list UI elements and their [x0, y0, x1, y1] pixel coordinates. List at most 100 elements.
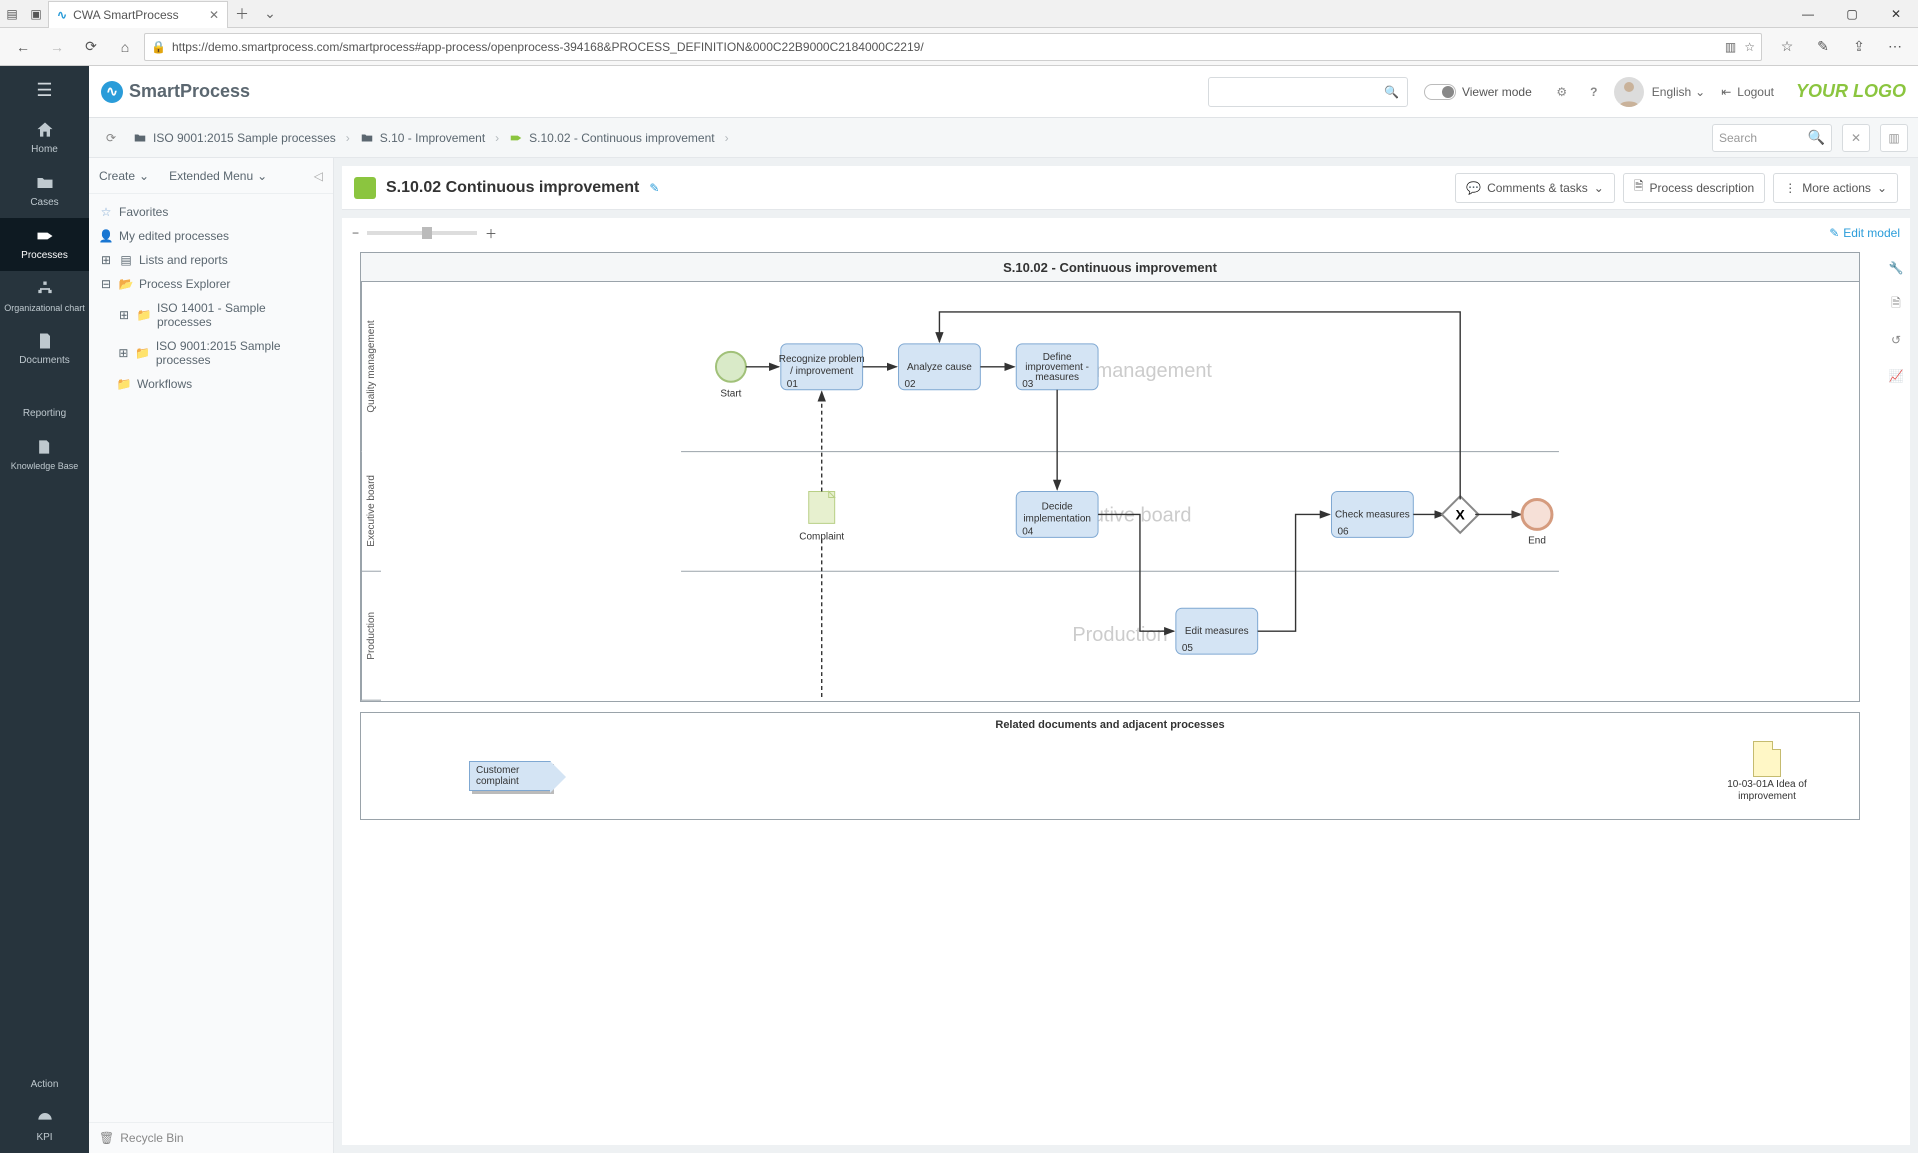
folder-icon: 📁 [117, 377, 131, 391]
refresh-button[interactable]: ⟳ [76, 32, 106, 62]
close-window-button[interactable]: ✕ [1874, 0, 1918, 27]
lane-label: Production [361, 571, 381, 701]
related-doc-icon[interactable] [1753, 741, 1781, 777]
address-bar[interactable]: 🔒 https://demo.smartprocess.com/smartpro… [144, 33, 1762, 61]
browser-tab[interactable]: ∿ CWA SmartProcess ✕ [48, 1, 228, 28]
expand-icon[interactable]: ⊞ [117, 308, 131, 322]
tree-favorites[interactable]: ☆Favorites [89, 200, 333, 224]
rail-reporting[interactable]: Reporting [0, 376, 89, 429]
export-icon[interactable]: 🗎 [1886, 294, 1906, 314]
create-menu[interactable]: Create⌄ [99, 169, 149, 183]
zoom-control: − ＋ ✎Edit model [342, 218, 1910, 248]
edit-model-button[interactable]: ✎Edit model [1829, 226, 1900, 240]
tree-lists[interactable]: ⊞▤Lists and reports [89, 248, 333, 272]
rail-kpi[interactable]: KPI [0, 1100, 89, 1153]
rail-knowledge[interactable]: Knowledge Base [0, 429, 89, 481]
svg-text:04: 04 [1022, 526, 1034, 537]
rail-cases[interactable]: Cases [0, 165, 89, 218]
more-actions-button[interactable]: ⋮More actions⌄ [1773, 173, 1898, 203]
forward-button[interactable]: → [42, 32, 72, 62]
orgchart-icon [35, 279, 55, 299]
new-tab-button[interactable]: ＋ [228, 4, 256, 24]
pencil-icon: ✎ [1829, 226, 1839, 240]
gear-icon[interactable]: ⚙ [1550, 80, 1574, 104]
expand-icon[interactable]: ⊞ [99, 253, 113, 267]
header-search[interactable]: 🔍 [1208, 77, 1408, 107]
close-panel-button[interactable]: ✕ [1842, 124, 1870, 152]
close-icon[interactable]: ✕ [209, 8, 219, 22]
url-text: https://demo.smartprocess.com/smartproce… [172, 40, 924, 54]
layout-button[interactable]: ▥ [1880, 124, 1908, 152]
logo[interactable]: ∿ SmartProcess [101, 81, 250, 103]
lane-body[interactable]: Quality management Executive board Produ… [381, 282, 1859, 701]
home-button[interactable]: ⌂ [110, 32, 140, 62]
rail-processes[interactable]: Processes [0, 218, 89, 271]
edit-icon[interactable]: ✎ [649, 181, 659, 195]
list-icon: ▤ [119, 253, 133, 267]
tree-my-edited[interactable]: 👤My edited processes [89, 224, 333, 248]
rail-label: Action [31, 1079, 59, 1090]
zoom-slider[interactable] [367, 231, 477, 235]
tree-node[interactable]: ⊞📁ISO 9001:2015 Sample processes [89, 334, 333, 372]
related-process[interactable]: Customer complaint [469, 761, 551, 791]
comments-button[interactable]: 💬Comments & tasks⌄ [1455, 173, 1615, 203]
tenant-logo: YOUR LOGO [1796, 81, 1906, 102]
viewer-mode-label: Viewer mode [1462, 85, 1532, 99]
complaint-doc[interactable] [809, 492, 835, 524]
zoom-in-button[interactable]: ＋ [485, 225, 497, 242]
stats-icon[interactable]: 📈 [1886, 366, 1906, 386]
extended-menu[interactable]: Extended Menu⌄ [169, 169, 267, 183]
breadcrumb-search[interactable]: Search 🔍 [1712, 124, 1832, 152]
svg-text:Decide: Decide [1042, 501, 1073, 512]
wrench-icon[interactable]: 🔧 [1886, 258, 1906, 278]
back-button[interactable]: ← [8, 32, 38, 62]
breadcrumb-item[interactable]: ISO 9001:2015 Sample processes [133, 131, 336, 145]
breadcrumb-item[interactable]: S.10 - Improvement [360, 131, 485, 145]
tree-explorer[interactable]: ⊟📂Process Explorer [89, 272, 333, 296]
reader-icon[interactable]: ▥ [1725, 40, 1736, 54]
zoom-out-button[interactable]: − [352, 226, 359, 240]
history-icon[interactable]: ↺ [1886, 330, 1906, 350]
fav-star-icon[interactable]: ☆ [1772, 32, 1802, 62]
refresh-breadcrumb-icon[interactable]: ⟳ [99, 126, 123, 150]
recycle-bin[interactable]: 🗑 Recycle Bin [89, 1122, 333, 1153]
collapse-icon[interactable]: ⊟ [99, 277, 113, 291]
logout-button[interactable]: ⇤ Logout [1721, 85, 1774, 99]
share-icon[interactable]: ⇪ [1844, 32, 1874, 62]
more-icon[interactable]: ⋯ [1880, 32, 1910, 62]
tab-title: CWA SmartProcess [73, 8, 179, 22]
toggle-switch[interactable] [1424, 84, 1456, 100]
collapse-sidebar-icon[interactable]: ◁ [314, 169, 323, 183]
tab-menu-button[interactable]: ⌄ [256, 5, 284, 22]
sys-icon-2[interactable]: ▣ [24, 0, 48, 27]
sys-icon-1[interactable]: ▤ [0, 0, 24, 27]
viewer-mode-toggle[interactable]: Viewer mode [1424, 84, 1532, 100]
tree-node[interactable]: ⊞📁ISO 14001 - Sample processes [89, 296, 333, 334]
description-button[interactable]: 🗎Process description [1623, 173, 1765, 203]
language-label: English [1652, 85, 1691, 99]
rail-action[interactable]: Action [0, 1047, 89, 1100]
star-icon: ☆ [99, 205, 113, 219]
expand-icon[interactable]: ⊞ [117, 346, 130, 360]
menu-icon[interactable]: ☰ [0, 74, 89, 106]
maximize-button[interactable]: ▢ [1830, 0, 1874, 27]
rail-home[interactable]: Home [0, 112, 89, 165]
rail-label: Cases [30, 197, 58, 208]
avatar[interactable] [1614, 77, 1644, 107]
help-icon[interactable]: ? [1582, 80, 1606, 104]
tree-node[interactable]: 📁Workflows [89, 372, 333, 396]
rail-documents[interactable]: Documents [0, 323, 89, 376]
rail-label: Knowledge Base [11, 461, 79, 471]
start-event[interactable] [716, 352, 746, 382]
end-event[interactable] [1522, 499, 1552, 529]
pool: Quality management Executive board Produ… [360, 282, 1860, 702]
favorite-icon[interactable]: ☆ [1744, 40, 1755, 54]
breadcrumb-item[interactable]: S.10.02 - Continuous improvement [509, 131, 714, 145]
canvas-tool-rail: 🔧 🗎 ↺ 📈 [1886, 258, 1906, 386]
minimize-button[interactable]: — [1786, 0, 1830, 27]
folder-open-icon: 📂 [119, 277, 133, 291]
rail-orgchart[interactable]: Organizational chart [0, 271, 89, 323]
home-icon [35, 120, 55, 140]
ink-icon[interactable]: ✎ [1808, 32, 1838, 62]
language-select[interactable]: English ⌄ [1652, 85, 1705, 99]
